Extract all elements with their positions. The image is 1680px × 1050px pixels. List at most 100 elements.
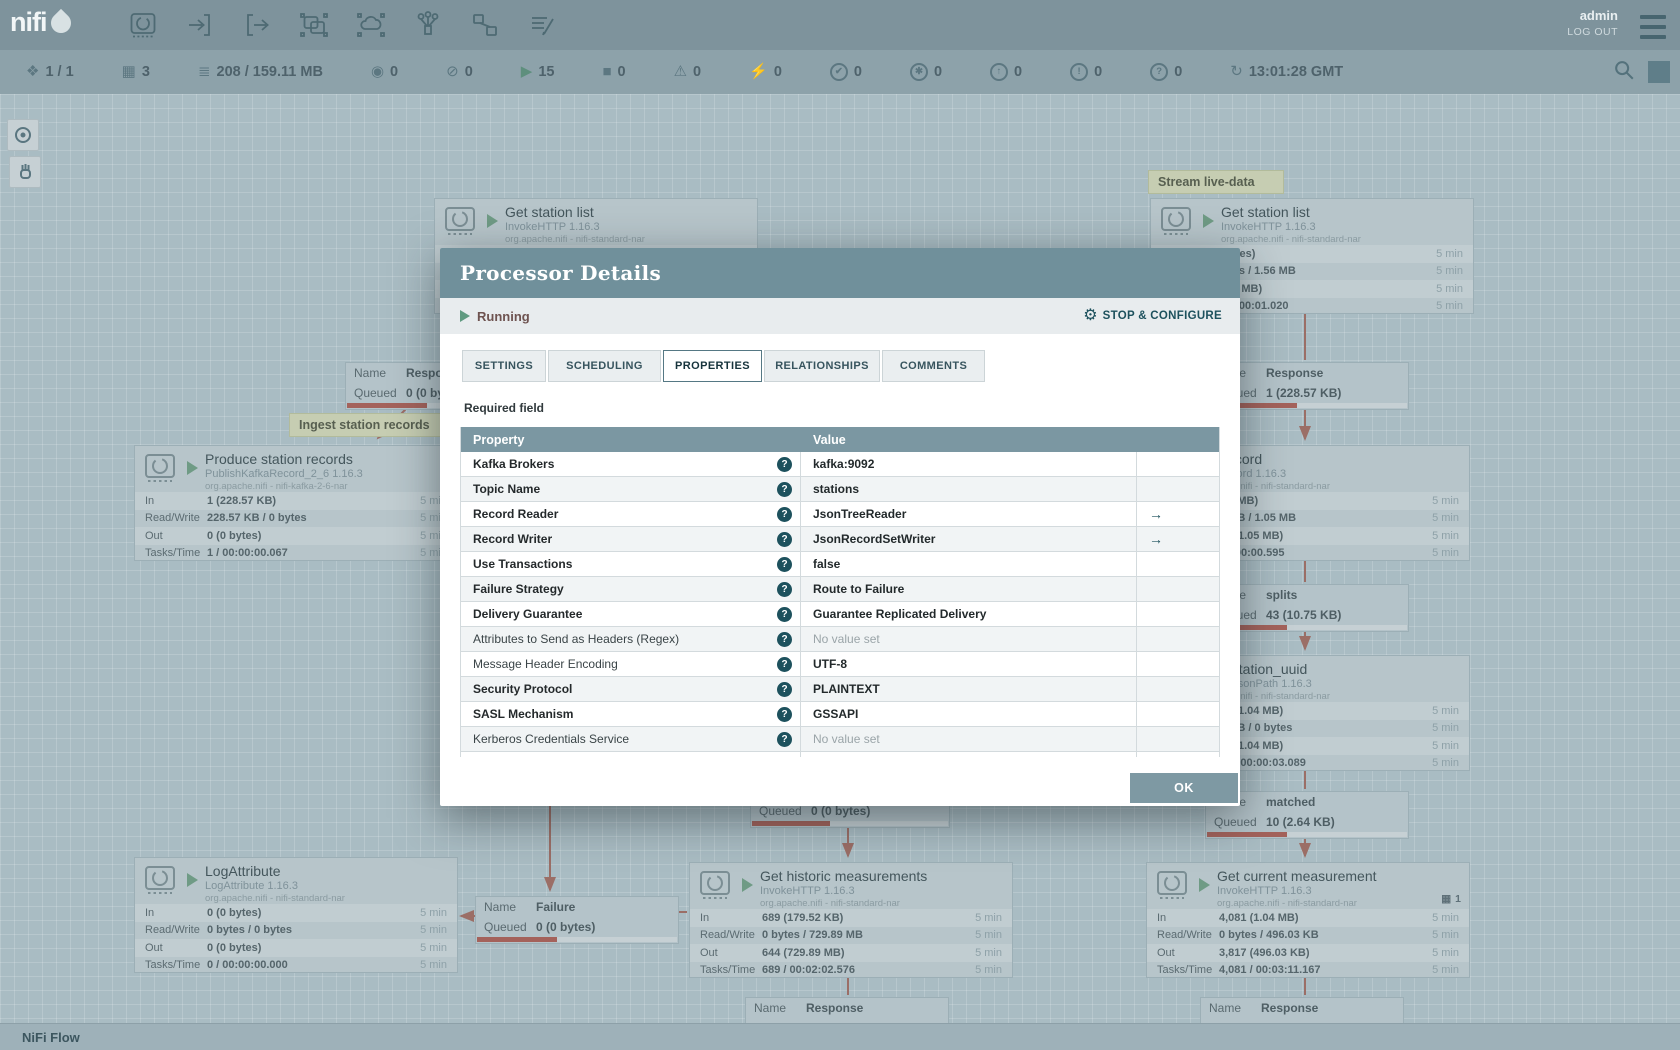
stat-label: Tasks/Time: [1157, 964, 1213, 977]
help-icon[interactable]: ?: [777, 731, 792, 747]
template-icon[interactable]: [470, 10, 500, 40]
operate-palette-button[interactable]: [9, 156, 41, 188]
stat-value: 91 / 00:00:03.089: [1219, 757, 1306, 770]
hide-palette-button[interactable]: [1648, 61, 1670, 83]
property-value: JsonTreeReader: [801, 502, 1137, 526]
property-value: stations: [801, 477, 1137, 501]
processor-title: Get station list: [505, 204, 594, 220]
processor-bundle: org.apache.nifi - nifi-standard-nar: [1221, 234, 1361, 245]
running-indicator-icon: [1199, 878, 1210, 892]
processor-bundle: org.apache.nifi - nifi-standard-nar: [1217, 898, 1357, 909]
queue-queued: 1 (228.57 KB): [1266, 386, 1342, 400]
queue-fill-bar: [1207, 832, 1407, 837]
help-icon[interactable]: ?: [777, 506, 792, 522]
property-row: Failure Strategy? Route to Failure: [461, 577, 1219, 602]
output-port-icon[interactable]: [242, 10, 272, 40]
ok-button[interactable]: OK: [1130, 773, 1238, 803]
help-icon[interactable]: ?: [777, 631, 792, 647]
tab-comments[interactable]: COMMENTS: [882, 350, 985, 382]
stat-window: 5 min: [1432, 911, 1459, 924]
processor-title: Produce station records: [205, 451, 353, 467]
cluster-icon: ❖: [26, 63, 40, 80]
property-row: Attributes to Send as Headers (Regex)? N…: [461, 627, 1219, 652]
stat-value: 0 bytes / 729.89 MB: [762, 929, 863, 942]
stat-label: In: [1157, 911, 1167, 924]
connection-label-failure[interactable]: Name Failure Queued 0 (0 bytes): [475, 896, 679, 944]
stat-label: Out: [145, 941, 163, 954]
help-icon[interactable]: ?: [777, 606, 792, 622]
help-icon[interactable]: ?: [777, 656, 792, 672]
status-disabled: ⚡ 0: [749, 63, 782, 81]
property-row: Kerberos User Service? No value set: [461, 752, 1219, 757]
search-icon[interactable]: [1612, 58, 1636, 87]
input-port-icon[interactable]: [185, 10, 215, 40]
stat-window: 5 min: [1432, 512, 1459, 525]
tab-relationships[interactable]: RELATIONSHIPS: [764, 350, 880, 382]
stat-value: 4,081 (1.04 MB): [1219, 911, 1299, 924]
label-icon[interactable]: [527, 10, 557, 40]
nifi-app: nifi admin LOG OUT ❖ 1 / 1 ▦ 3 ≣ 208 / 159.…: [0, 0, 1680, 1050]
processor-produce-station-records[interactable]: Produce station records PublishKafkaReco…: [134, 445, 458, 561]
processor-title: LogAttribute: [205, 863, 281, 879]
canvas-label[interactable]: Stream live-data: [1148, 170, 1284, 194]
processor-get-current-measurement[interactable]: Get current measurement InvokeHTTP 1.16.…: [1146, 862, 1470, 978]
process-group-icon[interactable]: [299, 10, 329, 40]
stat-window: 5 min: [1436, 247, 1463, 260]
help-icon[interactable]: ?: [777, 556, 792, 572]
property-name: Message Header Encoding: [473, 657, 618, 671]
navigate-palette-button[interactable]: [7, 119, 39, 151]
breadcrumb[interactable]: NiFi Flow: [22, 1030, 80, 1045]
processor-title: Record: [1217, 451, 1463, 467]
property-value: PLAINTEXT: [801, 677, 1137, 701]
required-field-note: Required field: [464, 401, 545, 415]
nifi-logo: nifi: [10, 7, 75, 38]
property-value: No value set: [801, 727, 1137, 751]
connection-label-response-bottom[interactable]: NameResponse Queued: [745, 997, 949, 1024]
help-icon[interactable]: ?: [777, 681, 792, 697]
queue-fill-bar: [477, 937, 677, 942]
stat-window: 5 min: [975, 911, 1002, 924]
running-status-icon: [460, 310, 470, 322]
stat-window: 5 min: [420, 941, 447, 954]
help-icon[interactable]: ?: [777, 531, 792, 547]
help-icon[interactable]: ?: [777, 456, 792, 472]
logout-link[interactable]: LOG OUT: [1567, 26, 1618, 38]
global-menu-icon[interactable]: [1640, 13, 1666, 41]
status-bar: ❖ 1 / 1 ▦ 3 ≣ 208 / 159.11 MB ◉ 0 ⊘ 0 ▶ 15 ■ 0 …: [0, 50, 1680, 94]
queue-queued-label: Queued: [484, 920, 527, 934]
processor-logattribute[interactable]: LogAttribute LogAttribute 1.16.3 org.apa…: [134, 857, 458, 973]
funnel-icon[interactable]: [413, 10, 443, 40]
goto-service-icon[interactable]: →: [1149, 506, 1163, 522]
goto-service-icon[interactable]: →: [1149, 531, 1163, 547]
stop-and-configure-button[interactable]: ⚙ STOP & CONFIGURE: [1083, 308, 1222, 324]
help-icon[interactable]: ?: [777, 581, 792, 597]
processor-stamp-icon: [443, 205, 477, 244]
tab-properties[interactable]: PROPERTIES: [663, 350, 762, 382]
stat-value: 228.57 KB / 0 bytes: [207, 512, 307, 525]
stat-value: 1 / 00:00:00.067: [207, 547, 288, 560]
status-locally-modified-stale: ! 0: [1070, 63, 1102, 81]
stat-window: 5 min: [1432, 494, 1459, 507]
stat-value: 4 MB / 1.05 MB: [1219, 512, 1297, 525]
stat-label: Read/Write: [145, 924, 200, 937]
stat-value: .34 MB): [1219, 494, 1259, 507]
help-icon[interactable]: ?: [777, 706, 792, 722]
refresh-icon[interactable]: ↻: [1230, 64, 1243, 80]
help-icon[interactable]: ?: [777, 481, 792, 497]
connection-label-response-bottom-right[interactable]: NameResponse Queued: [1200, 997, 1404, 1024]
property-row: SASL Mechanism? GSSAPI: [461, 702, 1219, 727]
processor-icon[interactable]: [128, 10, 158, 40]
help-icon[interactable]: ?: [777, 756, 792, 757]
remote-process-group-icon[interactable]: [356, 10, 386, 40]
stat-value: 1 (228.57 KB): [207, 494, 277, 507]
stat-label: Tasks/Time: [145, 547, 201, 560]
tab-settings[interactable]: SETTINGS: [462, 350, 546, 382]
user-box: admin LOG OUT: [1567, 8, 1618, 38]
processor-get-historic-measurements[interactable]: Get historic measurements InvokeHTTP 1.1…: [689, 862, 1013, 978]
tab-scheduling[interactable]: SCHEDULING: [548, 350, 661, 382]
status-running: ▶ 15: [520, 63, 555, 81]
running-icon: ▶: [520, 63, 533, 80]
stat-label: Read/Write: [145, 512, 200, 525]
queue-queued: 0 (0 bytes): [811, 804, 871, 818]
stat-label: In: [145, 906, 155, 919]
